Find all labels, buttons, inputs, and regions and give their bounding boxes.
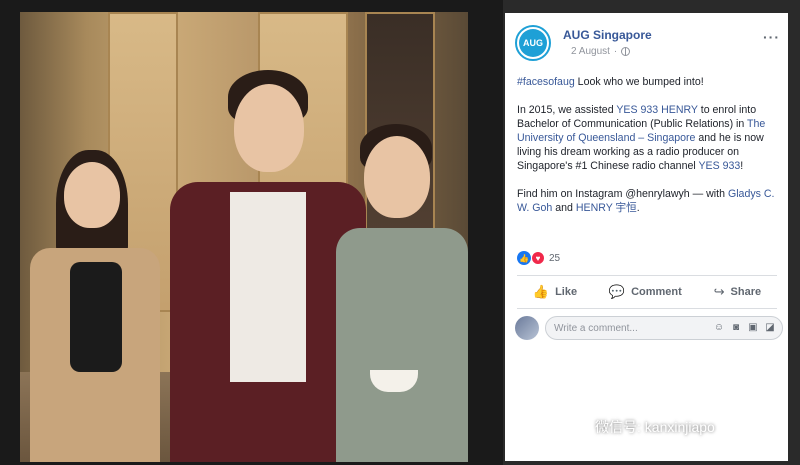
post-paragraph-2: In 2015, we assisted YES 933 HENRY to en… — [517, 104, 766, 172]
tag-henry[interactable]: HENRY 宇恒 — [576, 202, 637, 214]
post-photo[interactable] — [20, 12, 468, 462]
comment-button[interactable]: 💬 Comment — [609, 284, 682, 300]
avatar-logo: AUG — [519, 29, 547, 57]
post-photo-area — [0, 0, 503, 465]
like-button[interactable]: 👍 Like — [533, 284, 577, 300]
post-actions: 👍 Like 💬 Comment ↪ Share — [517, 275, 777, 309]
comment-icon: 💬 — [608, 284, 626, 299]
post-text: #facesofaug Look who we bumped into! In … — [517, 75, 779, 229]
reactions-summary[interactable]: 👍 ♥ 25 — [517, 251, 560, 265]
thumbs-up-icon: 👍 — [532, 284, 550, 299]
post-meta: 2 August · — [571, 46, 631, 57]
post-paragraph-3: Find him on Instagram @henrylawyh — with… — [517, 188, 775, 214]
hashtag-link[interactable]: #facesofaug — [517, 76, 575, 88]
emoji-icon[interactable]: ☺ — [713, 322, 725, 334]
camera-icon[interactable]: ◙ — [730, 322, 742, 334]
like-reaction-icon: 👍 — [517, 251, 531, 265]
more-options-icon[interactable]: ··· — [763, 29, 780, 45]
post-date[interactable]: 2 August — [571, 46, 610, 57]
post-paragraph-1: #facesofaug Look who we bumped into! — [517, 76, 704, 88]
page-name-link[interactable]: AUG Singapore — [563, 28, 652, 42]
mention-yes933[interactable]: YES 933 — [698, 160, 740, 172]
share-icon: ↪ — [713, 284, 725, 299]
post-header: AUG AUG Singapore 2 August · ··· — [515, 25, 780, 65]
watermark-text: 微信号: kanxinjiapo — [595, 419, 715, 435]
wechat-icon — [563, 417, 589, 437]
user-avatar — [515, 316, 539, 340]
sticker-icon[interactable]: ◪ — [764, 322, 776, 334]
comment-input[interactable]: Write a comment... ☺ ◙ ▣ ◪ — [545, 316, 783, 340]
wechat-watermark: 微信号: kanxinjiapo — [563, 417, 715, 437]
comment-composer: Write a comment... ☺ ◙ ▣ ◪ — [515, 314, 783, 342]
share-button[interactable]: ↪ Share — [714, 284, 761, 300]
reaction-count: 25 — [549, 252, 561, 264]
mention-yes933-henry[interactable]: YES 933 HENRY — [616, 104, 697, 116]
love-reaction-icon: ♥ — [531, 251, 545, 265]
page-avatar[interactable]: AUG — [515, 25, 551, 61]
globe-icon — [621, 47, 631, 56]
gif-icon[interactable]: ▣ — [747, 322, 759, 334]
post-panel: AUG AUG Singapore 2 August · ··· #faceso… — [505, 13, 788, 461]
